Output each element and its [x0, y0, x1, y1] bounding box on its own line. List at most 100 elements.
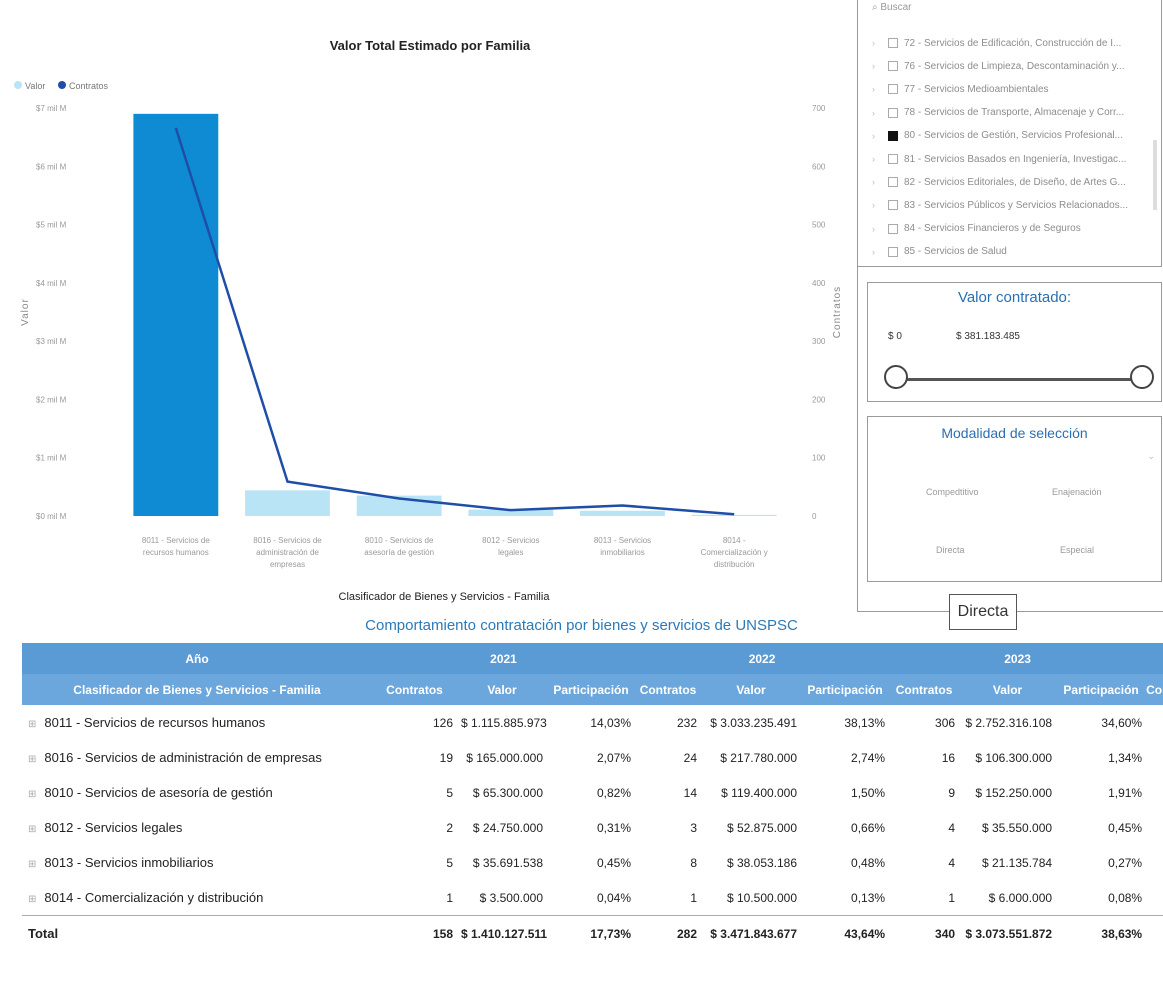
- slider-max-handle[interactable]: [1130, 365, 1154, 389]
- y2-tick-label: 500: [812, 221, 826, 230]
- family-cell[interactable]: ⊞ 8014 - Comercialización y distribución: [22, 880, 372, 916]
- year-2022-header[interactable]: 2022: [635, 643, 890, 674]
- table-cell: 0,27%: [1108, 855, 1143, 870]
- slider-min-handle[interactable]: [884, 365, 908, 389]
- expand-icon[interactable]: ›: [872, 108, 888, 118]
- expand-icon[interactable]: ⊞: [28, 824, 36, 835]
- expand-icon[interactable]: ⊞: [28, 789, 36, 800]
- slicer-search[interactable]: ⌕ Buscar: [872, 2, 912, 13]
- expand-icon[interactable]: ›: [872, 61, 888, 71]
- table-cell: 38,13%: [844, 715, 886, 730]
- expand-icon[interactable]: ›: [872, 177, 888, 187]
- table-cell: $ 3.471.843.677: [701, 915, 802, 951]
- expand-icon[interactable]: ›: [872, 131, 888, 141]
- slicer-item[interactable]: › 84 - Servicios Financieros y de Seguros: [872, 220, 1081, 238]
- range-slider-track[interactable]: [898, 378, 1138, 381]
- slicer-item[interactable]: › 76 - Servicios de Limpieza, Descontamin…: [872, 57, 1124, 75]
- y2-tick-label: 100: [812, 454, 826, 463]
- contracts-matrix: Año 2021 2022 2023 Clasificador de Biene…: [22, 643, 1163, 951]
- column-header-valor[interactable]: Valor: [959, 674, 1057, 705]
- checkbox[interactable]: [888, 246, 898, 257]
- family-cell[interactable]: ⊞ 8013 - Servicios inmobiliarios: [22, 845, 372, 880]
- expand-icon[interactable]: ›: [872, 247, 888, 257]
- checkbox[interactable]: [888, 154, 898, 164]
- expand-icon[interactable]: ›: [872, 84, 888, 94]
- modalidad-title: Modalidad de selección: [941, 425, 1088, 441]
- table-cell: 1,50%: [851, 785, 886, 800]
- column-header-valor[interactable]: Valor: [701, 674, 802, 705]
- year-2023-header[interactable]: 2023: [889, 643, 1147, 674]
- column-header-contratos[interactable]: Contratos: [372, 674, 457, 705]
- option-enajenacion[interactable]: Enajenación: [1052, 487, 1102, 497]
- checkbox[interactable]: [888, 38, 898, 48]
- valor-bar[interactable]: [580, 510, 665, 516]
- year-2021-header[interactable]: 2021: [372, 643, 636, 674]
- option-directa[interactable]: Directa: [936, 545, 965, 555]
- table-cell: 0,66%: [851, 820, 886, 835]
- table-cell: $ 52.875.000: [726, 820, 798, 835]
- family-column-header[interactable]: Clasificador de Bienes y Servicios - Fam…: [22, 674, 372, 705]
- table-cell: $ 1.410.127.511: [457, 915, 547, 951]
- column-header-contratos[interactable]: Contratos: [889, 674, 960, 705]
- slicer-item[interactable]: › 77 - Servicios Medioambientales: [872, 80, 1049, 98]
- valor-bar[interactable]: [691, 514, 777, 516]
- checkbox[interactable]: [888, 200, 898, 211]
- column-header-contratos[interactable]: Contratos: [635, 674, 702, 705]
- slicer-item[interactable]: › 72 - Servicios de Edificación, Construc…: [872, 34, 1121, 52]
- checkbox[interactable]: [888, 130, 898, 141]
- table-cell: [1146, 810, 1163, 845]
- family-cell[interactable]: ⊞ 8011 - Servicios de recursos humanos: [22, 705, 372, 740]
- chevron-down-icon[interactable]: ⌄: [1147, 451, 1155, 462]
- valor-bar[interactable]: [245, 490, 330, 516]
- legend-contratos-marker: [58, 81, 66, 89]
- slicer-item[interactable]: › 81 - Servicios Basados en Ingeniería, I…: [872, 150, 1126, 168]
- expand-icon[interactable]: ›: [872, 224, 888, 234]
- table-cell: 1: [446, 890, 453, 905]
- slicer-item[interactable]: › 82 - Servicios Editoriales, de Diseño, …: [872, 173, 1126, 191]
- valor-min-field[interactable]: $ 0: [888, 331, 902, 342]
- column-header-participación[interactable]: Participación: [1056, 674, 1147, 705]
- expand-icon[interactable]: ›: [872, 200, 888, 210]
- table-cell: 5: [1146, 740, 1163, 775]
- valor-bars: [133, 113, 777, 516]
- valor-max-field[interactable]: $ 381.183.485: [956, 331, 1020, 342]
- expand-icon[interactable]: ⊞: [28, 754, 36, 765]
- checkbox[interactable]: [888, 223, 898, 234]
- family-cell[interactable]: ⊞ 8012 - Servicios legales: [22, 810, 372, 845]
- table-cell: 0,08%: [1108, 890, 1143, 905]
- expand-icon[interactable]: ›: [872, 154, 888, 164]
- expand-icon[interactable]: ⊞: [28, 894, 36, 905]
- slicer-scrollbar[interactable]: [1153, 140, 1157, 210]
- expand-icon[interactable]: ⊞: [28, 719, 36, 730]
- column-header-valor[interactable]: Valor: [457, 674, 547, 705]
- table-cell: $ 35.691.538: [472, 855, 543, 870]
- checkbox[interactable]: [888, 84, 898, 95]
- family-cell[interactable]: ⊞ 8016 - Servicios de administración de e…: [22, 740, 372, 775]
- table-title: Comportamiento contratación por bienes y…: [365, 617, 798, 634]
- expand-icon[interactable]: ›: [872, 38, 888, 48]
- table-cell: 3: [690, 820, 698, 835]
- expand-icon[interactable]: ⊞: [28, 859, 36, 870]
- checkbox[interactable]: [888, 61, 898, 72]
- y-axis-ticks: $0 mil M $1 mil M $2 mil M $3 mil M $4 mil M…: [36, 104, 67, 521]
- checkbox[interactable]: [888, 177, 898, 188]
- slicer-item[interactable]: › 80 - Servicios de Gestión, Servicios Pr…: [872, 127, 1123, 145]
- checkbox[interactable]: [888, 107, 898, 118]
- column-header-participación[interactable]: Participación: [547, 674, 636, 705]
- column-header-participación[interactable]: Participación: [801, 674, 890, 705]
- column-header-contratos[interactable]: Contratos: [1146, 674, 1163, 705]
- valor-bar[interactable]: [133, 113, 219, 516]
- family-cell[interactable]: ⊞ 8010 - Servicios de asesoría de gestión: [22, 775, 372, 810]
- slicer-item[interactable]: › 78 - Servicios de Transporte, Almacenaj…: [872, 104, 1124, 122]
- table-cell: 126: [432, 715, 453, 730]
- table-cell: 43,64%: [801, 915, 890, 951]
- option-competitivo[interactable]: Compedtitivo: [926, 487, 979, 497]
- table-cell: $ 24.750.000: [472, 820, 543, 835]
- slicer-item[interactable]: › 83 - Servicios Públicos y Servicios Rel…: [872, 196, 1128, 214]
- option-especial[interactable]: Especial: [1060, 545, 1094, 555]
- slicer-item[interactable]: › 85 - Servicios de Salud: [872, 243, 1007, 261]
- table-cell: $ 6.000.000: [988, 890, 1053, 905]
- table-cell: $ 106.300.000: [975, 750, 1053, 765]
- legend-valor-marker: [14, 81, 22, 89]
- table-cell: 0,45%: [597, 855, 632, 870]
